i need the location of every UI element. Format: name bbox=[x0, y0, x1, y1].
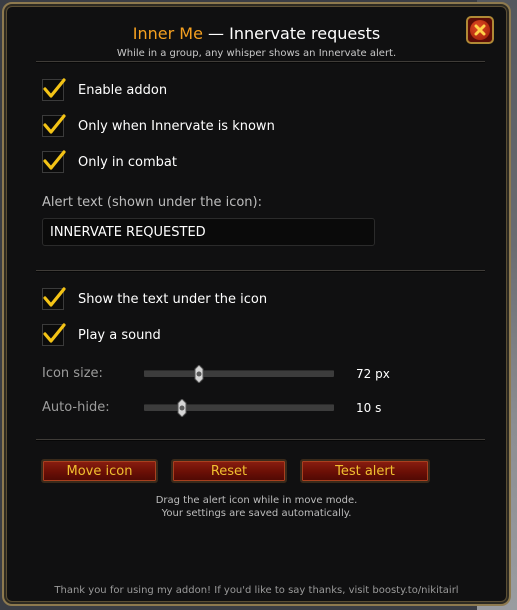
close-x-icon bbox=[470, 20, 490, 40]
settings-panel: Inner Me — Innervate requests While in a… bbox=[2, 2, 511, 606]
icon-size-value: 72 px bbox=[356, 367, 390, 381]
checkmark-icon bbox=[43, 287, 66, 307]
footer-text: Thank you for using my addon! If you'd l… bbox=[54, 585, 459, 596]
checkbox-label: Only when Innervate is known bbox=[78, 118, 275, 134]
slider-thumb-icon[interactable] bbox=[177, 399, 187, 417]
checkmark-icon bbox=[43, 78, 66, 98]
slider-thumb-icon[interactable] bbox=[194, 365, 204, 383]
hint-line-1: Drag the alert icon while in move mode. bbox=[155, 495, 358, 506]
checkbox-label: Enable addon bbox=[78, 82, 168, 98]
checkbox-show-text[interactable]: Show the text under the icon bbox=[42, 287, 268, 310]
test-alert-button[interactable]: Test alert bbox=[300, 459, 430, 483]
title-text: Innervate requests bbox=[229, 24, 381, 43]
checkbox-box bbox=[42, 114, 66, 137]
checkbox-box bbox=[42, 287, 66, 310]
close-button[interactable] bbox=[466, 16, 494, 44]
checkmark-icon bbox=[43, 114, 66, 134]
reset-button[interactable]: Reset bbox=[171, 459, 287, 483]
checkbox-box bbox=[42, 150, 66, 173]
title-separator: — bbox=[202, 24, 230, 43]
icon-size-slider[interactable] bbox=[144, 365, 334, 383]
checkbox-label: Show the text under the icon bbox=[78, 291, 268, 307]
hint-line-2: Your settings are saved automatically. bbox=[161, 508, 352, 519]
section-divider bbox=[36, 270, 485, 271]
auto-hide-value: 10 s bbox=[356, 401, 382, 415]
auto-hide-slider[interactable] bbox=[144, 399, 334, 417]
alert-text-label: Alert text (shown under the icon): bbox=[42, 195, 262, 210]
section-divider bbox=[36, 439, 485, 440]
checkbox-enable-addon[interactable]: Enable addon bbox=[42, 78, 168, 101]
panel-subtitle: While in a group, any whisper shows an I… bbox=[116, 48, 397, 59]
panel-title: Inner Me — Innervate requests bbox=[4, 24, 509, 43]
icon-size-label: Icon size: bbox=[42, 366, 103, 381]
checkbox-label: Play a sound bbox=[78, 327, 161, 343]
checkbox-only-in-combat[interactable]: Only in combat bbox=[42, 150, 177, 173]
checkmark-icon bbox=[43, 150, 66, 170]
checkbox-label: Only in combat bbox=[78, 154, 177, 170]
checkmark-icon bbox=[43, 323, 66, 343]
move-icon-button[interactable]: Move icon bbox=[41, 459, 158, 483]
auto-hide-label: Auto-hide: bbox=[42, 400, 110, 415]
checkbox-box bbox=[42, 323, 66, 346]
checkbox-only-when-known[interactable]: Only when Innervate is known bbox=[42, 114, 275, 137]
checkbox-box bbox=[42, 78, 66, 101]
header-divider bbox=[36, 61, 485, 62]
alert-text-input[interactable] bbox=[42, 218, 375, 246]
checkbox-play-sound[interactable]: Play a sound bbox=[42, 323, 161, 346]
addon-name: Inner Me bbox=[132, 24, 203, 43]
